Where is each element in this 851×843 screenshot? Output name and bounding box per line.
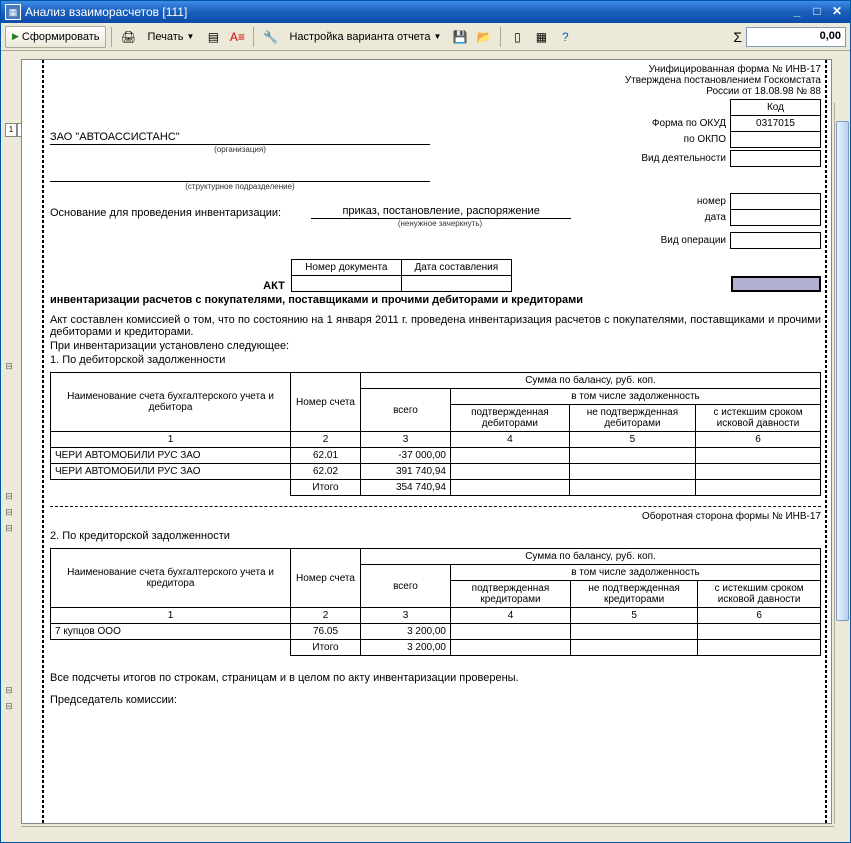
act-title: инвентаризации расчетов с покупателями, … xyxy=(50,294,821,306)
table-row: 7 купцов ООО76.053 200,00 xyxy=(51,624,821,640)
section-1: 1. По дебиторской задолженности xyxy=(50,354,821,366)
app-window: ▦ Анализ взаиморасчетов [111] _ □ ✕ ▶Сфо… xyxy=(0,0,851,843)
table-row: ЧЕРИ АВТОМОБИЛИ РУС ЗАО62.01-37 000,00 xyxy=(51,448,821,464)
print-icon[interactable]: 🖨 xyxy=(117,26,139,48)
vertical-scrollbar[interactable] xyxy=(834,103,850,824)
tool1-icon[interactable]: ▯ xyxy=(506,26,528,48)
fold-mark[interactable]: ⊟ xyxy=(3,685,15,697)
save-icon[interactable]: 💾 xyxy=(449,26,471,48)
window-title: Анализ взаиморасчетов [111] xyxy=(25,5,187,19)
codes-table: Код Форма по ОКУД0317015 по ОКПО xyxy=(646,99,821,148)
section-2: 2. По кредиторской задолженности xyxy=(50,530,821,542)
print-button[interactable]: Печать▼ xyxy=(141,26,200,48)
basis-value: приказ, постановление, распоряжение xyxy=(311,205,571,219)
document-area: Унифицированная форма № ИНВ-17 Утвержден… xyxy=(21,59,832,824)
close-button[interactable]: ✕ xyxy=(828,4,846,20)
maximize-button[interactable]: □ xyxy=(808,4,826,20)
stamp-box xyxy=(731,276,821,292)
fold-mark[interactable]: ⊟ xyxy=(3,361,15,373)
doc-date-table: Номер документаДата составления xyxy=(291,259,512,292)
back-note: Оборотная сторона формы № ИНВ-17 xyxy=(50,511,821,522)
org-caption: (организация) xyxy=(50,145,430,154)
horizontal-scrollbar[interactable] xyxy=(21,826,834,842)
fold-mark[interactable]: ⊟ xyxy=(3,491,15,503)
table-row: ЧЕРИ АВТОМОБИЛИ РУС ЗАО62.02391 740,94 xyxy=(51,464,821,480)
sum-value: 0,00 xyxy=(746,27,846,47)
fold-mark[interactable]: ⊟ xyxy=(3,523,15,535)
titlebar: ▦ Анализ взаиморасчетов [111] _ □ ✕ xyxy=(1,1,850,23)
num-date-table: номер дата xyxy=(691,193,821,226)
act-label: АКТ xyxy=(263,280,285,292)
app-icon: ▦ xyxy=(5,4,21,20)
form-header-1: Унифицированная форма № ИНВ-17 xyxy=(50,64,821,75)
level-1[interactable]: 1 xyxy=(5,123,17,137)
minimize-button[interactable]: _ xyxy=(788,4,806,20)
tool2-icon[interactable]: ▦ xyxy=(530,26,552,48)
form-header-2: Утверждена постановлением Госкомстата xyxy=(50,75,821,86)
act-p2: При инвентаризации установлено следующее… xyxy=(50,340,821,352)
sum-label: Σ xyxy=(733,29,742,45)
fold-mark[interactable]: ⊟ xyxy=(3,701,15,713)
debit-table: Наименование счета бухгалтерского учета … xyxy=(50,372,821,496)
credit-table: Наименование счета бухгалтерского учета … xyxy=(50,548,821,656)
footer-chair: Председатель комиссии: xyxy=(50,694,821,706)
fold-mark[interactable]: ⊟ xyxy=(3,507,15,519)
toolbar: ▶Сформировать 🖨 Печать▼ ▤ A≡ 🔧 Настройка… xyxy=(1,23,850,51)
form-header-3: России от 18.08.98 № 88 xyxy=(50,86,821,97)
sub-caption: (структурное подразделение) xyxy=(50,182,430,191)
basis-label: Основание для проведения инвентаризации: xyxy=(50,207,281,219)
activity-table: Вид деятельности xyxy=(635,150,821,167)
footer-checked: Все подсчеты итогов по строкам, страница… xyxy=(50,672,821,684)
settings-button[interactable]: Настройка варианта отчета▼ xyxy=(283,26,447,48)
wrench-icon[interactable]: 🔧 xyxy=(259,26,281,48)
oper-table: Вид операции xyxy=(655,232,821,249)
org-name: ЗАО "АВТОАССИСТАНС" xyxy=(50,131,430,145)
act-p1: Акт составлен комиссией о том, что по со… xyxy=(50,314,821,338)
font-icon[interactable]: A≡ xyxy=(226,26,248,48)
form-button[interactable]: ▶Сформировать xyxy=(5,26,106,48)
table-icon[interactable]: ▤ xyxy=(202,26,224,48)
help-icon[interactable]: ? xyxy=(554,26,576,48)
workspace: 1 2 3 ⊟ ⊟ ⊟ ⊟ ⊟ ⊟ Унифицированная форма … xyxy=(1,51,850,842)
open-icon[interactable]: 📂 xyxy=(473,26,495,48)
